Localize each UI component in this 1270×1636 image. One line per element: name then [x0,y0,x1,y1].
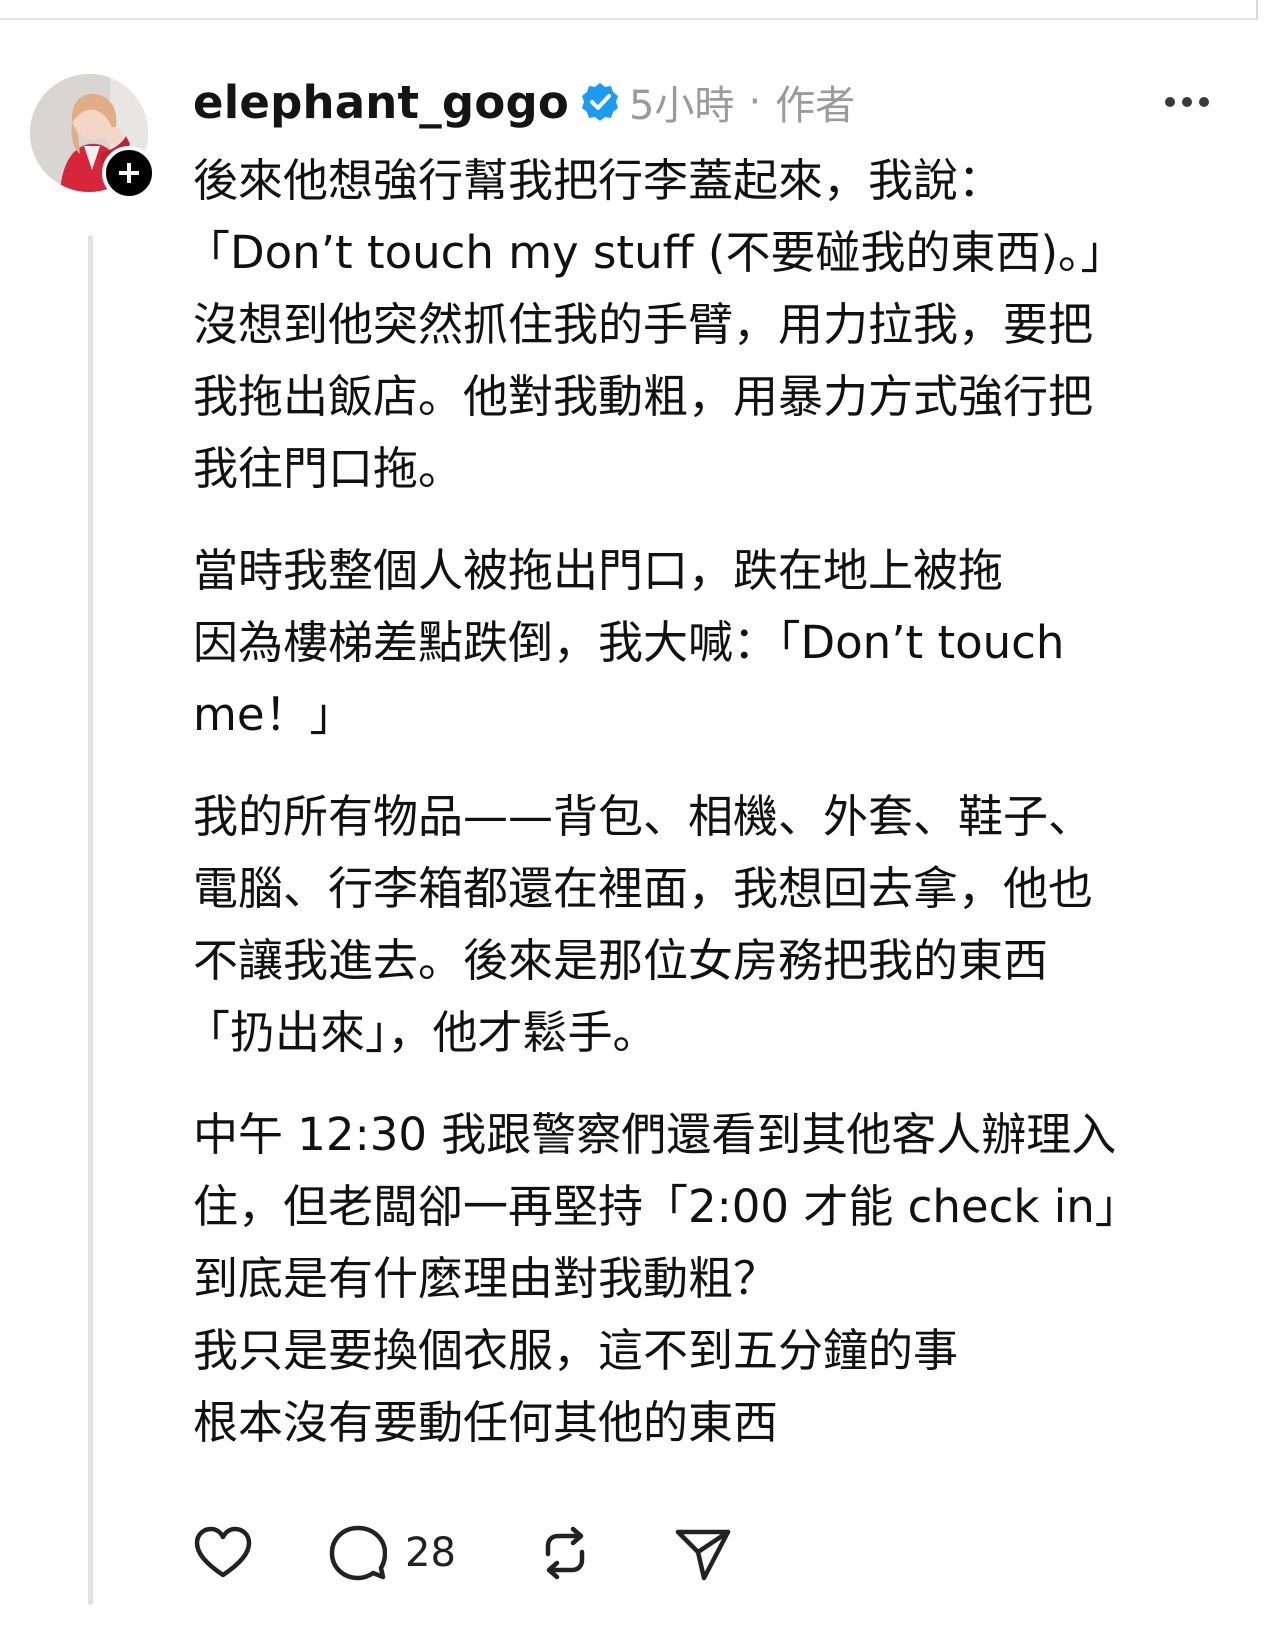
repost-icon [545,1526,585,1580]
verified-badge-icon [579,81,621,123]
text-line: 我往門口拖。 [193,442,464,495]
text-line: 根本沒有要動任何其他的東西 [193,1396,779,1449]
speech-bubble-icon [329,1525,387,1581]
text-line: 沒想到他突然抓住我的手臂，用力拉我，要把 [193,298,1094,351]
username[interactable]: elephant_gogo [193,76,569,129]
follow-button[interactable] [102,146,156,200]
paragraph-2: 當時我整個人被拖出門口，跌在地上被拖 因為樓梯差點跌倒，我大喊：「Don’t t… [193,535,1233,751]
text-line: 我拖出飯店。他對我動粗，用暴力方式強行把 [193,370,1094,423]
thread-line [88,235,93,1605]
post-actions: 28 [193,1518,732,1588]
like-button[interactable] [193,1525,253,1581]
post-time: 5小時 [628,83,735,129]
meta-separator: · [748,79,762,125]
text-line: 「扔出來」，他才鬆手。 [185,1006,658,1059]
repost-button[interactable] [536,1524,594,1582]
plus-icon [119,163,139,183]
text-line: 「Don’t touch my stuff (不要碰我的東西)。」 [185,226,1126,279]
text-line: 當時我整個人被拖出門口，跌在地上被拖 [193,544,1004,597]
author-role-label: 作者 [775,83,856,129]
text-line: 電腦、行李箱都還在裡面，我想回去拿，他也 [193,862,1094,915]
post-body: 後來他想強行幫我把行李蓋起來，我說： 「Don’t touch my stuff… [185,145,1233,1459]
scroll-edge [1256,0,1258,20]
post-header: elephant_gogo 5小時 · 作者 [193,70,855,134]
text-line: 因為樓梯差點跌倒，我大喊：「Don’t touch [193,616,1065,669]
reply-count: 28 [405,1530,456,1576]
text-line: 中午 12:30 我跟警察們還看到其他客人辦理入 [193,1108,1117,1161]
text-line: 不讓我進去。後來是那位女房務把我的東西 [193,934,1049,987]
share-button[interactable] [674,1524,732,1582]
text-line: 我只是要換個衣服，這不到五分鐘的事 [193,1324,959,1377]
paper-plane-icon [675,1529,731,1581]
paragraph-4: 中午 12:30 我跟警察們還看到其他客人辦理入 住，但老闆卻一再堅持「2:00… [193,1099,1233,1459]
heart-icon [194,1526,252,1578]
avatar-container[interactable] [30,74,156,200]
text-line: 後來他想強行幫我把行李蓋起來，我說： [193,154,1004,207]
text-line: me！」 [193,688,355,741]
paragraph-1: 後來他想強行幫我把行李蓋起來，我說： 「Don’t touch my stuff… [185,145,1233,505]
text-line: 住，但老闆卻一再堅持「2:00 才能 check in」 [193,1180,1140,1233]
more-options-button[interactable] [1162,82,1212,122]
more-icon [1165,97,1209,107]
top-divider [0,18,1256,20]
text-line: 到底是有什麼理由對我動粗？ [193,1252,779,1305]
text-line: 我的所有物品——背包、相機、外套、鞋子、 [193,790,1094,843]
paragraph-3: 我的所有物品——背包、相機、外套、鞋子、 電腦、行李箱都還在裡面，我想回去拿，他… [185,781,1233,1069]
reply-button[interactable]: 28 [329,1524,456,1582]
